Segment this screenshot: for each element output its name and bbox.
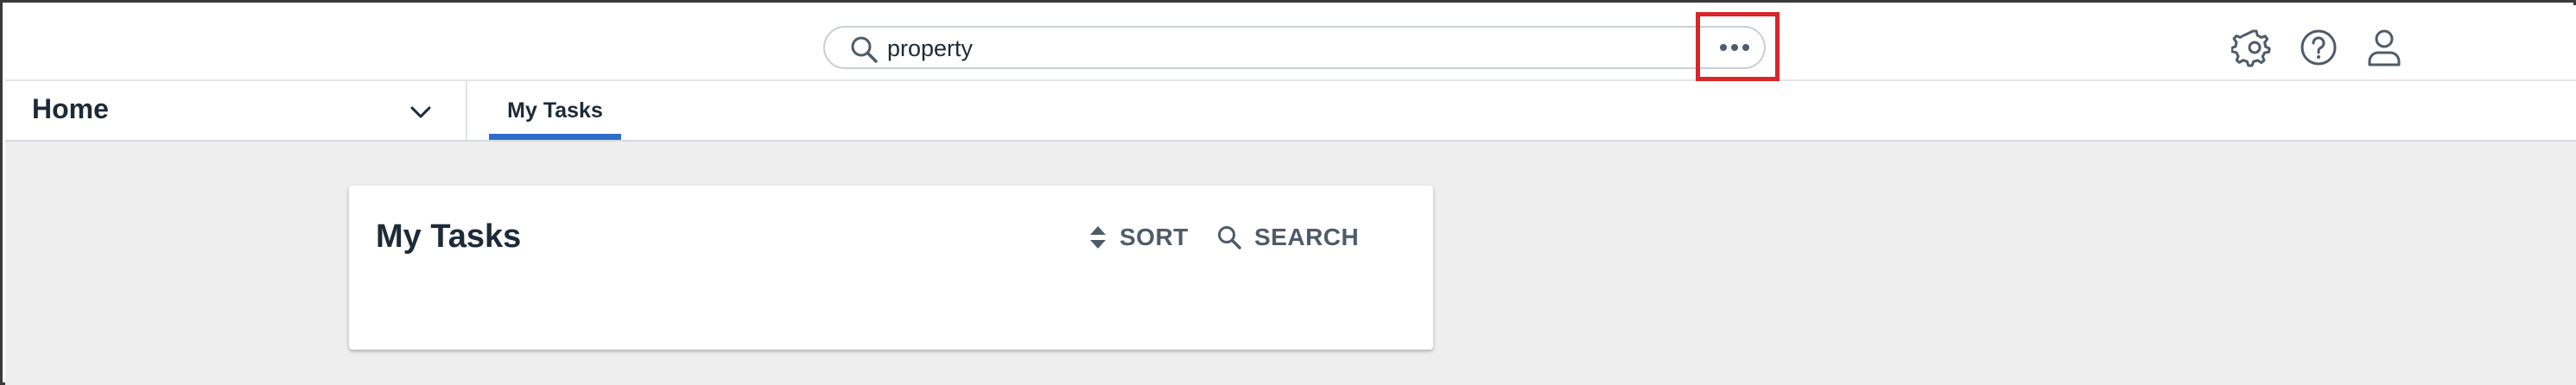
card-search-button[interactable]: SEARCH [1216,220,1359,255]
card-title: My Tasks [376,218,522,255]
user-icon[interactable] [2363,26,2406,69]
active-tab-indicator [489,134,621,140]
search-input[interactable] [887,35,1621,62]
global-search-box[interactable] [823,26,1765,69]
nav-bar: Home My Tasks [5,81,2576,142]
my-tasks-card: My Tasks SORT SEARCH [349,186,1433,350]
top-bar [5,5,2576,81]
main-content: My Tasks SORT SEARCH [5,142,2576,385]
sort-label: SORT [1120,224,1189,250]
tab-label: My Tasks [507,98,603,123]
search-label: SEARCH [1254,224,1360,250]
search-icon [851,36,878,63]
highlight-box [1696,12,1780,81]
home-dropdown[interactable]: Home [5,81,467,140]
tab-my-tasks[interactable]: My Tasks [489,81,621,140]
search-icon [1218,226,1241,249]
sort-icon [1090,226,1106,249]
app-window: Home My Tasks My Tasks SORT [0,0,2576,385]
sort-button[interactable]: SORT [1088,220,1189,255]
home-label: Home [32,93,109,124]
gear-icon[interactable] [2231,26,2275,69]
chevron-down-icon [410,106,431,118]
help-icon[interactable] [2297,26,2340,69]
